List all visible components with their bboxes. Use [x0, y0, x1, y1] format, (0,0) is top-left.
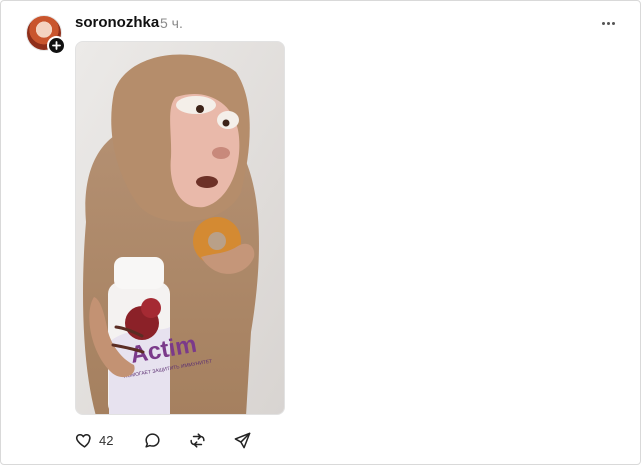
repost-icon	[190, 432, 206, 448]
share-button[interactable]	[233, 430, 252, 450]
post-card: soronozhka 5 ч. Actim ПОМОГАЕТ ЗАЩИТИТЬ …	[0, 0, 641, 465]
share-icon	[235, 432, 251, 448]
more-dots-icon[interactable]	[598, 13, 618, 33]
comment-icon	[145, 432, 161, 448]
like-button[interactable]: 42	[75, 430, 113, 450]
post-video-image: Actim ПОМОГАЕТ ЗАЩИТИТЬ ИММУНИТЕТ	[76, 42, 284, 414]
like-count: 42	[99, 432, 114, 448]
comment-button[interactable]	[143, 430, 162, 450]
heart-icon	[75, 433, 91, 448]
post-time[interactable]: 5 ч.	[160, 15, 183, 31]
post-actions: 42	[75, 430, 270, 450]
post-video[interactable]: Actim ПОМОГАЕТ ЗАЩИТИТЬ ИММУНИТЕТ	[75, 41, 285, 415]
username-link[interactable]: soronozhka	[75, 14, 159, 31]
repost-button[interactable]	[188, 430, 207, 450]
plus-icon[interactable]	[47, 36, 66, 55]
